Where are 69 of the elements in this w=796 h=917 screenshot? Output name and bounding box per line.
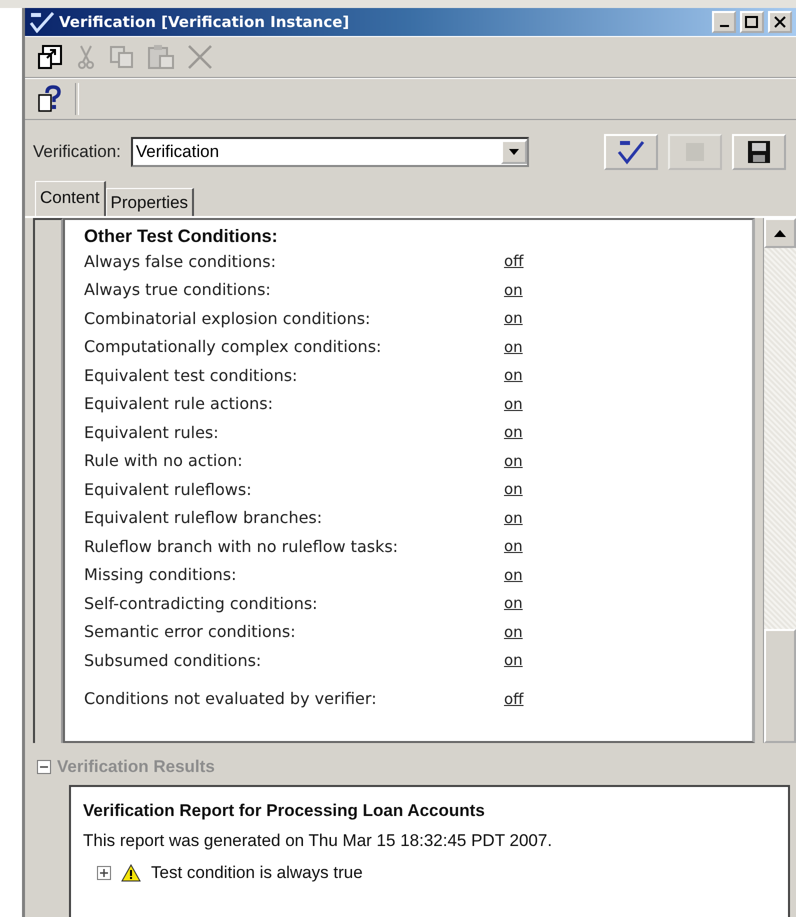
condition-label: Combinatorial explosion conditions: (84, 308, 372, 328)
condition-toggle-link[interactable]: on (504, 537, 752, 556)
condition-label: Conditions not evaluated by verifier: (84, 689, 378, 708)
condition-toggle-link[interactable]: off (504, 252, 752, 270)
verification-dropdown[interactable]: Verification (130, 137, 529, 167)
condition-toggle-link[interactable]: on (504, 280, 752, 299)
maximize-button[interactable] (740, 11, 764, 33)
tab[interactable]: Properties (106, 188, 194, 218)
condition-toggle-link[interactable]: on (504, 594, 752, 612)
condition-label: Self-contradicting conditions: (84, 594, 319, 613)
condition-toggle-link[interactable]: on (504, 423, 752, 442)
condition-toggle-link[interactable]: on (504, 651, 752, 670)
condition-toggle-link[interactable]: on (504, 394, 752, 413)
maximize-icon (745, 16, 759, 28)
window-icon (37, 44, 63, 70)
condition-label: Computationally complex conditions: (84, 337, 382, 356)
condition-toggle-link[interactable]: on (504, 622, 752, 641)
condition-label: Equivalent ruleflow branches: (84, 508, 324, 528)
condition-toggle-link[interactable]: on (504, 366, 752, 384)
condition-label: Missing conditions: (84, 565, 238, 584)
condition-toggle-link[interactable]: on (504, 566, 752, 584)
result-item-text: Test condition is always true (151, 863, 363, 883)
condition-label: Equivalent rules: (84, 422, 220, 442)
warning-icon (121, 864, 141, 882)
section-heading: Other Test Conditions: (84, 226, 279, 247)
verify-button[interactable] (604, 134, 658, 170)
toolbar-button[interactable] (37, 44, 63, 70)
scroll-thumb[interactable] (764, 629, 796, 743)
close-icon (774, 16, 786, 28)
minimize-button[interactable] (712, 11, 736, 33)
close-button[interactable] (768, 11, 792, 33)
condition-label: Equivalent test conditions: (84, 366, 298, 385)
condition-toggle-link[interactable]: off (504, 690, 752, 708)
save-icon (747, 140, 771, 164)
report-title: Verification Report for Processing Loan Accounts (83, 801, 486, 821)
condition-label: Subsumed conditions: (84, 650, 262, 670)
expand-icon[interactable] (97, 866, 111, 880)
condition-label: Ruleflow branch with no ruleflow tasks: (84, 536, 400, 556)
dropdown-arrow-button[interactable] (500, 140, 527, 164)
scroll-up-button[interactable] (764, 218, 796, 248)
scissors-icon (75, 44, 97, 70)
condition-toggle-link[interactable]: on (504, 508, 752, 527)
condition-label: Always false conditions: (84, 252, 278, 271)
help-icon[interactable] (37, 85, 63, 113)
minimize-icon (720, 25, 728, 27)
condition-toggle-link[interactable]: on (504, 309, 752, 328)
scrollbar[interactable] (763, 218, 796, 743)
collapse-icon[interactable] (37, 760, 51, 774)
clipboard-icon (147, 44, 175, 70)
up-arrow-icon (774, 230, 786, 236)
tab[interactable]: Content (35, 181, 106, 216)
condition-label: Equivalent rule actions: (84, 394, 274, 414)
verification-label: Verification: (33, 142, 121, 162)
condition-label: Rule with no action: (84, 451, 244, 470)
condition-label: Equivalent ruleflows: (84, 480, 253, 499)
app-icon (29, 11, 55, 33)
section-title: Verification Results (57, 757, 215, 777)
condition-label: Semantic error conditions: (84, 622, 297, 642)
save-button[interactable] (732, 134, 786, 170)
report-date-text: This report was generated on Thu Mar 15 18:32:45 PDT 2007. (83, 831, 554, 851)
condition-toggle-link[interactable]: on (504, 452, 752, 470)
copy-icon (109, 45, 135, 69)
condition-toggle-link[interactable]: on (504, 338, 752, 356)
caret-icon (508, 149, 519, 155)
window-title: Verification [Verification Instance] (59, 13, 350, 31)
condition-toggle-link[interactable]: on (504, 480, 752, 498)
delete-icon (187, 44, 213, 70)
check-icon (616, 139, 646, 165)
condition-label: Always true conditions: (84, 280, 272, 300)
